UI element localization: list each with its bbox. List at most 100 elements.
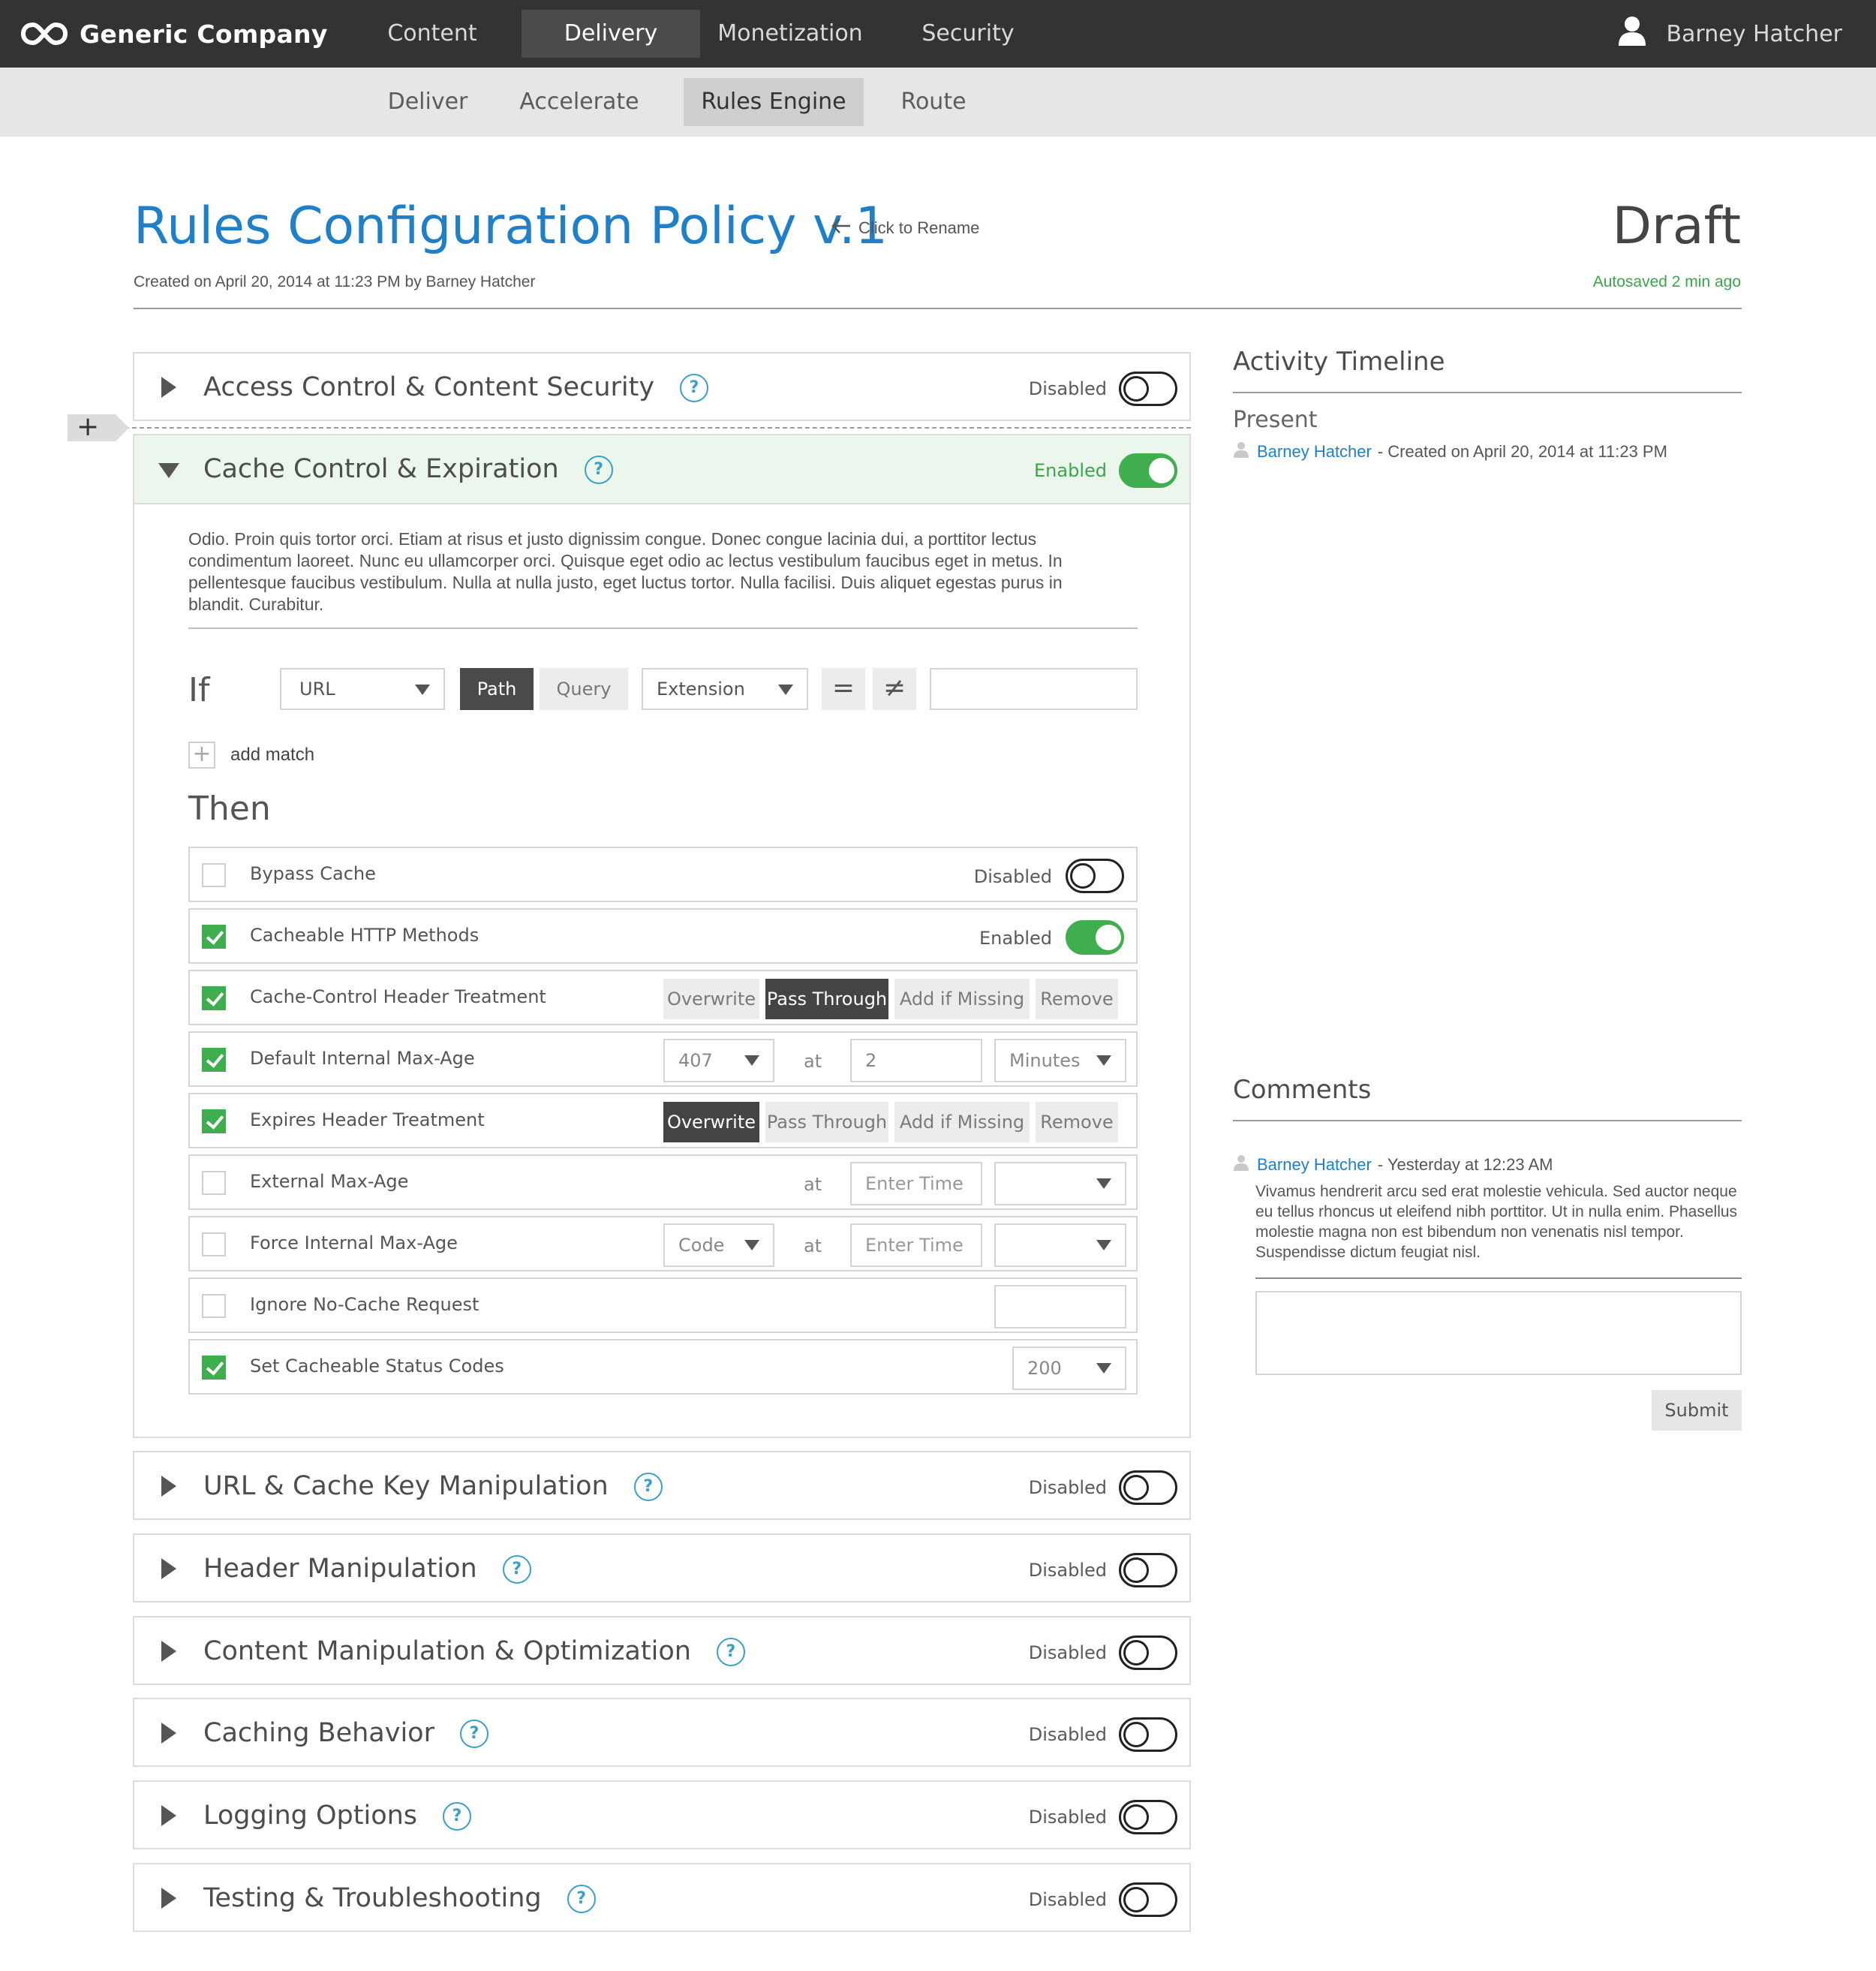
rule-checkbox[interactable] — [202, 925, 226, 949]
comment-input[interactable] — [1255, 1291, 1742, 1375]
topnav-delivery[interactable]: Delivery — [522, 10, 700, 58]
section-header[interactable]: Content Manipulation & Optimization? Dis… — [134, 1617, 1189, 1685]
plus-icon: + — [77, 411, 100, 442]
section-header[interactable]: URL & Cache Key Manipulation? Disabled — [134, 1452, 1189, 1520]
expand-arrow-icon[interactable] — [161, 1888, 176, 1909]
section-title-text: Header Manipulation — [203, 1554, 477, 1584]
topnav-security[interactable]: Security — [900, 10, 1036, 58]
help-icon[interactable]: ? — [567, 1885, 596, 1913]
rule-checkbox[interactable] — [202, 1356, 226, 1380]
add-if-missing-button[interactable]: Add if Missing — [894, 1102, 1030, 1142]
section-state-label: Disabled — [1028, 378, 1107, 399]
match-type-select[interactable]: Extension — [642, 668, 808, 710]
subnav-rules-engine[interactable]: Rules Engine — [684, 78, 864, 126]
pass-through-button[interactable]: Pass Through — [765, 979, 888, 1019]
section-cache-control: Cache Control & Expiration? Enabled Odio… — [133, 434, 1191, 1438]
expand-arrow-icon[interactable] — [161, 1558, 176, 1579]
overwrite-button[interactable]: Overwrite — [663, 1102, 759, 1142]
rule-checkbox[interactable] — [202, 986, 226, 1010]
remove-button[interactable]: Remove — [1036, 1102, 1118, 1142]
brand-logo[interactable]: Generic Company — [21, 17, 328, 51]
section-toggle[interactable] — [1119, 1800, 1177, 1834]
status-code-select[interactable]: Code — [663, 1223, 774, 1267]
help-icon[interactable]: ? — [502, 1555, 531, 1584]
section-toggle[interactable] — [1119, 372, 1177, 406]
rule-checkbox[interactable] — [202, 1294, 226, 1318]
rule-checkbox[interactable] — [202, 1171, 226, 1195]
comment-time: - Yesterday at 12:23 AM — [1377, 1155, 1553, 1174]
section-header[interactable]: Logging Options? Disabled — [134, 1782, 1189, 1849]
section-toggle[interactable] — [1119, 1635, 1177, 1670]
submit-button[interactable]: Submit — [1652, 1390, 1742, 1431]
section-toggle[interactable] — [1119, 1882, 1177, 1917]
path-button[interactable]: Path — [460, 668, 534, 710]
rule-toggle[interactable] — [1066, 920, 1124, 955]
add-rule-button[interactable]: + — [68, 411, 129, 442]
subnav-route[interactable]: Route — [885, 78, 982, 126]
topnav-content[interactable]: Content — [375, 10, 489, 58]
section-header[interactable]: Cache Control & Expiration? Enabled — [134, 435, 1189, 504]
section-toggle[interactable] — [1119, 453, 1177, 488]
subnav-accelerate[interactable]: Accelerate — [512, 78, 647, 126]
help-icon[interactable]: ? — [443, 1802, 472, 1831]
query-button[interactable]: Query — [540, 668, 628, 710]
section-title-text: Cache Control & Expiration — [203, 454, 559, 484]
section-title: Access Control & Content Security? — [203, 369, 709, 406]
toggle-knob — [1123, 1640, 1149, 1666]
collapse-arrow-icon[interactable] — [158, 463, 179, 478]
section-toggle[interactable] — [1119, 1717, 1177, 1752]
not-equals-button[interactable]: ≠ — [873, 668, 916, 710]
topnav-monetization[interactable]: Monetization — [707, 10, 873, 58]
insert-rule-line — [125, 427, 1191, 429]
section-header[interactable]: Caching Behavior? Disabled — [134, 1699, 1189, 1767]
page-title[interactable]: Rules Configuration Policy v.1 — [134, 197, 888, 256]
user-menu[interactable]: Barney Hatcher — [1618, 17, 1842, 51]
time-unit-select[interactable] — [994, 1223, 1126, 1267]
match-value-input[interactable] — [930, 668, 1138, 710]
section-header[interactable]: Testing & Troubleshooting? Disabled — [134, 1864, 1189, 1932]
pass-through-button[interactable]: Pass Through — [765, 1102, 888, 1142]
help-icon[interactable]: ? — [459, 1720, 489, 1748]
time-unit-select[interactable]: Minutes — [994, 1039, 1126, 1082]
time-unit-select[interactable] — [994, 1162, 1126, 1205]
expand-arrow-icon[interactable] — [161, 1805, 176, 1826]
rule-checkbox[interactable] — [202, 1109, 226, 1133]
select-value: 407 — [678, 1050, 713, 1071]
section-logging-options: Logging Options? Disabled — [133, 1780, 1191, 1849]
subnav-deliver[interactable]: Deliver — [375, 78, 480, 126]
help-icon[interactable]: ? — [680, 374, 709, 402]
section-header[interactable]: Header Manipulation? Disabled — [134, 1535, 1189, 1602]
status-code-select[interactable]: 407 — [663, 1039, 774, 1082]
arrow-left-icon — [831, 218, 858, 239]
add-match-button[interactable]: + add match — [188, 742, 314, 769]
section-toggle[interactable] — [1119, 1470, 1177, 1505]
rename-hint[interactable]: Click to Rename — [831, 218, 979, 239]
comment-user-link[interactable]: Barney Hatcher — [1257, 1155, 1372, 1175]
rule-expires-header: Expires Header Treatment Overwrite Pass … — [188, 1093, 1138, 1148]
timeline-user-link[interactable]: Barney Hatcher — [1257, 442, 1372, 462]
expand-arrow-icon[interactable] — [161, 377, 176, 398]
overwrite-button[interactable]: Overwrite — [663, 979, 759, 1019]
time-input[interactable]: Enter Time — [850, 1223, 982, 1267]
status-codes-select[interactable]: 200 — [1012, 1347, 1126, 1390]
time-input[interactable]: Enter Time — [850, 1162, 982, 1205]
rule-checkbox[interactable] — [202, 863, 226, 887]
section-toggle[interactable] — [1119, 1553, 1177, 1587]
rule-toggle[interactable] — [1066, 859, 1124, 893]
help-icon[interactable]: ? — [584, 456, 613, 484]
rule-checkbox[interactable] — [202, 1232, 226, 1256]
help-icon[interactable]: ? — [633, 1473, 663, 1501]
match-field-select[interactable]: URL — [280, 668, 445, 710]
section-title-text: Logging Options — [203, 1801, 418, 1831]
value-input[interactable] — [994, 1285, 1126, 1329]
add-if-missing-button[interactable]: Add if Missing — [894, 979, 1030, 1019]
expand-arrow-icon[interactable] — [161, 1723, 176, 1744]
rule-checkbox[interactable] — [202, 1048, 226, 1072]
section-header[interactable]: Access Control & Content Security? Disab… — [134, 354, 1189, 421]
expand-arrow-icon[interactable] — [161, 1641, 176, 1662]
help-icon[interactable]: ? — [716, 1638, 745, 1666]
remove-button[interactable]: Remove — [1036, 979, 1118, 1019]
equals-button[interactable]: = — [822, 668, 865, 710]
expand-arrow-icon[interactable] — [161, 1476, 176, 1497]
time-input[interactable]: 2 — [850, 1039, 982, 1082]
